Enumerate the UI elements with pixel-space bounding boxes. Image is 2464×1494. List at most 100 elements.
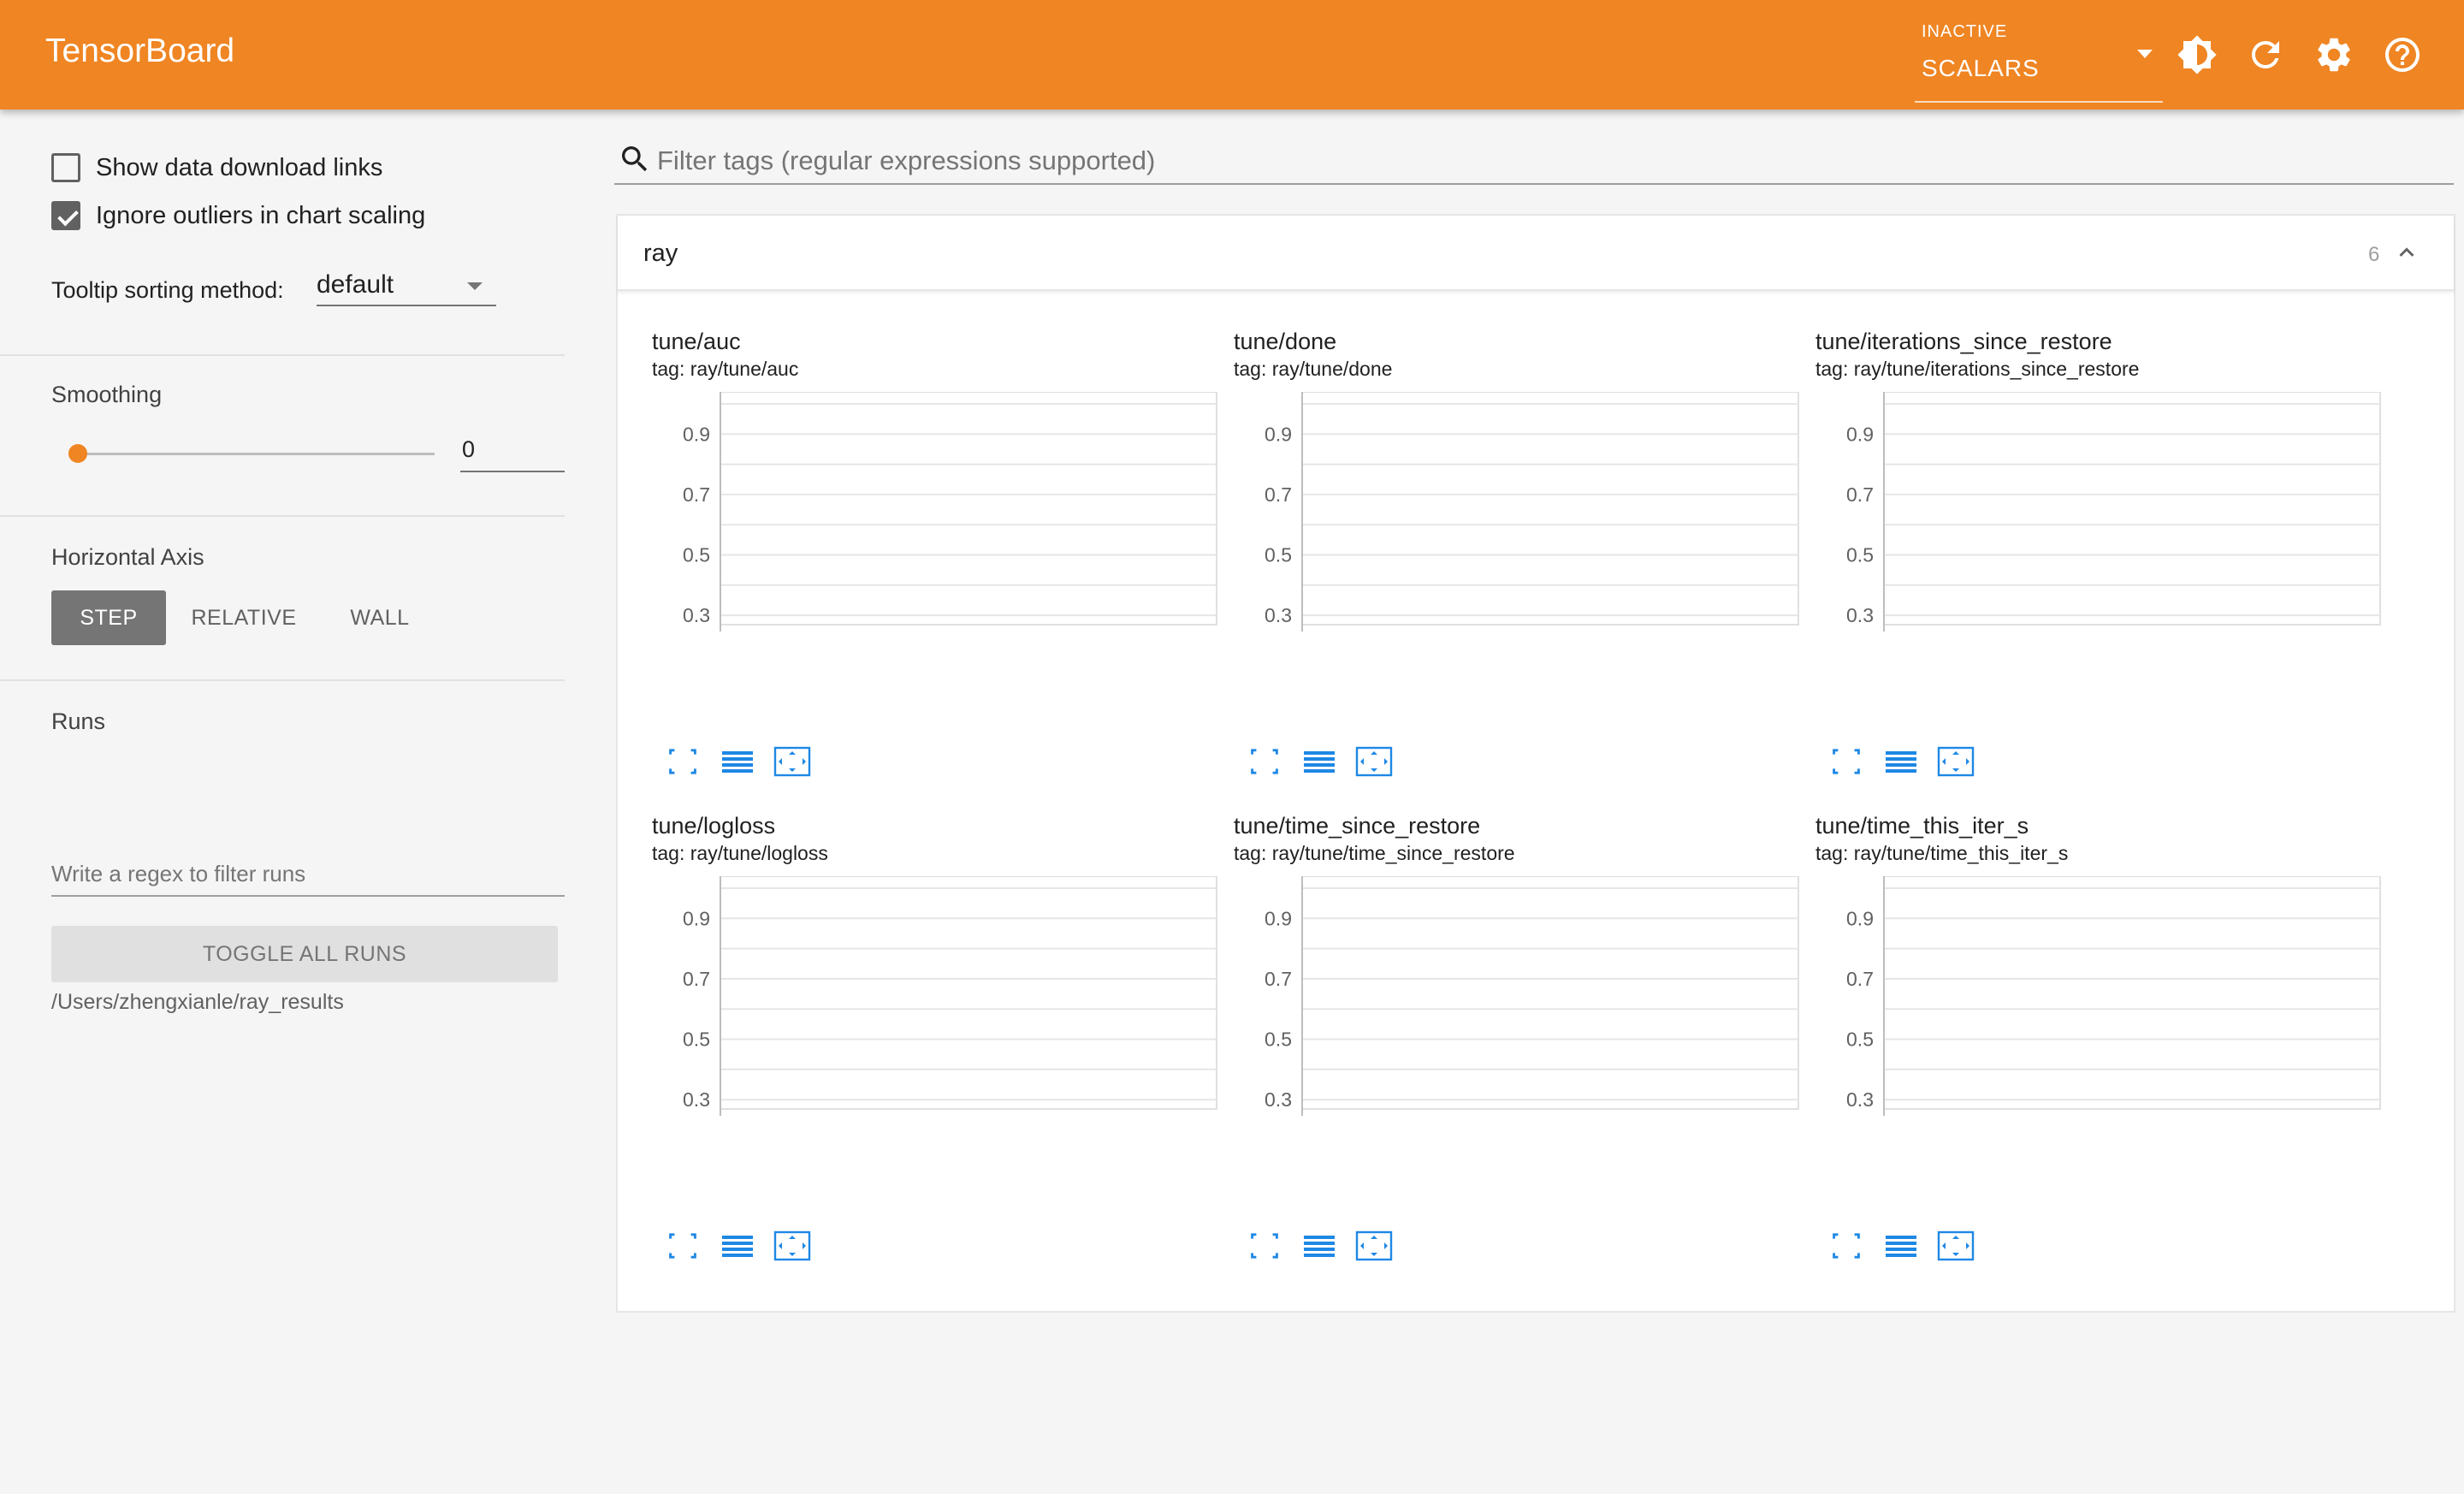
y-tick-label: 0.9 — [1265, 907, 1292, 929]
fullscreen-icon[interactable] — [1244, 743, 1285, 780]
chart-plot[interactable]: 0.90.70.50.30.1 — [652, 876, 1234, 1124]
runs-title: Runs — [51, 708, 106, 734]
horizontal-axis-title: Horizontal Axis — [51, 544, 204, 570]
y-tick-label: 0.7 — [1846, 968, 1874, 990]
tag-group-card: ray 6 tune/auc tag: ray/tune/auc 0.9 0.7 0.5… — [616, 214, 2455, 1313]
chart-card: tune/iterations_since_restore tag: ray/tu… — [1815, 329, 2397, 808]
fullscreen-icon[interactable] — [1826, 1227, 1867, 1265]
dashboard-mode-select[interactable]: INACTIVE SCALARS — [1915, 15, 2163, 103]
tooltip-sorting-select[interactable]: default — [317, 267, 496, 306]
smoothing-slider-thumb[interactable] — [68, 444, 87, 463]
y-tick-label: 0.7 — [1846, 483, 1874, 506]
fit-domain-icon[interactable] — [1935, 1227, 1976, 1265]
data-table-icon[interactable] — [1881, 743, 1922, 780]
data-table-icon[interactable] — [1299, 1227, 1340, 1265]
chart-card: tune/time_since_restore tag: ray/tune/tim… — [1234, 813, 1815, 1292]
chart-frame — [720, 876, 1217, 1110]
data-table-icon[interactable] — [717, 743, 758, 780]
chart-card: tune/time_this_iter_s tag: ray/tune/time_… — [1815, 813, 2397, 1292]
y-tick-label: 0.7 — [683, 483, 710, 506]
fit-domain-icon[interactable] — [1353, 743, 1395, 780]
tag-group-header[interactable]: ray 6 — [618, 216, 2454, 291]
smoothing-slider-track[interactable] — [77, 453, 435, 455]
y-tick-label: 0.9 — [1265, 423, 1292, 445]
y-tick-label: 0.3 — [1265, 604, 1292, 626]
chart-tag: tag: ray/tune/logloss — [652, 842, 828, 864]
app-title: TensorBoard — [45, 33, 235, 69]
ignore-outliers-row[interactable]: Ignore outliers in chart scaling — [51, 199, 425, 233]
show-download-links-checkbox[interactable] — [51, 153, 80, 182]
y-tick-label: 0.5 — [1265, 544, 1292, 566]
y-tick-label: 0.3 — [683, 1088, 710, 1111]
ignore-outliers-label: Ignore outliers in chart scaling — [96, 201, 426, 229]
data-table-icon[interactable] — [717, 1227, 758, 1265]
chart-tag: tag: ray/tune/time_since_restore — [1234, 842, 1515, 864]
axis-relative-button[interactable]: RELATIVE — [180, 590, 308, 645]
chart-frame — [1883, 876, 2381, 1110]
chart-frame — [1301, 876, 1799, 1110]
fit-domain-icon[interactable] — [1353, 1227, 1395, 1265]
chart-title: tune/done — [1234, 329, 1337, 354]
fit-domain-icon[interactable] — [772, 743, 813, 780]
y-tick-label: 0.5 — [1846, 544, 1874, 566]
runs-path: /Users/zhengxianle/ray_results — [51, 990, 344, 1014]
y-tick-label: 0.7 — [683, 968, 710, 990]
divider — [0, 515, 565, 517]
chart-tag: tag: ray/tune/done — [1234, 358, 1393, 380]
chart-tag: tag: ray/tune/iterations_since_restore — [1815, 358, 2140, 380]
data-table-icon[interactable] — [1881, 1227, 1922, 1265]
smoothing-title: Smoothing — [51, 382, 163, 407]
y-tick-label: 0.9 — [1846, 907, 1874, 929]
fit-domain-icon[interactable] — [1935, 743, 1976, 780]
axis-wall-button[interactable]: WALL — [323, 590, 436, 645]
axis-step-button[interactable]: STEP — [51, 590, 166, 645]
y-tick-label: 0.9 — [1846, 423, 1874, 445]
mode-caption: INACTIVE — [1922, 22, 2008, 41]
chart-tag: tag: ray/tune/time_this_iter_s — [1815, 842, 2069, 864]
divider — [0, 679, 565, 681]
toggle-all-runs-button[interactable]: TOGGLE ALL RUNS — [51, 926, 558, 982]
fullscreen-icon[interactable] — [662, 743, 703, 780]
fullscreen-icon[interactable] — [1826, 743, 1867, 780]
chart-plot[interactable]: 0.90.70.50.30.1 — [1234, 392, 1815, 640]
search-icon — [618, 142, 652, 176]
refresh-icon[interactable] — [2245, 34, 2286, 75]
y-tick-label: 0.9 — [683, 423, 710, 445]
y-tick-label: 0.5 — [1265, 1029, 1292, 1051]
y-tick-label: 0.7 — [1265, 968, 1292, 990]
settings-icon[interactable] — [2313, 34, 2354, 75]
chart-title: tune/time_since_restore — [1234, 813, 1481, 839]
fullscreen-icon[interactable] — [1244, 1227, 1285, 1265]
data-table-icon[interactable] — [1299, 743, 1340, 780]
y-tick-label: 0.3 — [1846, 604, 1874, 626]
chart-title: tune/auc — [652, 329, 741, 354]
tag-group-name: ray — [643, 240, 678, 267]
chart-plot[interactable]: 0.90.70.50.30.1 — [1815, 392, 2397, 640]
runs-filter-input[interactable]: Write a regex to filter runs — [51, 852, 565, 897]
tooltip-sorting-value: default — [317, 270, 394, 299]
chart-title: tune/iterations_since_restore — [1815, 329, 2112, 354]
divider — [0, 354, 565, 356]
tag-filter-input[interactable]: Filter tags (regular expressions support… — [614, 137, 2454, 185]
y-tick-label: 0.3 — [683, 604, 710, 626]
show-download-links-row[interactable]: Show data download links — [51, 151, 382, 185]
chart-tag: tag: ray/tune/auc — [652, 358, 799, 380]
chevron-up-icon[interactable] — [2392, 238, 2421, 267]
chevron-down-icon — [467, 282, 483, 290]
chart-plot[interactable]: 0.90.70.50.30.1 — [652, 392, 1234, 640]
y-tick-label: 0.5 — [683, 1029, 710, 1051]
top-bar: TensorBoard INACTIVE SCALARS — [0, 0, 2464, 110]
y-tick-label: 0.5 — [1846, 1029, 1874, 1051]
fit-domain-icon[interactable] — [772, 1227, 813, 1265]
runs-filter-placeholder: Write a regex to filter runs — [51, 861, 306, 886]
fullscreen-icon[interactable] — [662, 1227, 703, 1265]
help-icon[interactable] — [2382, 34, 2423, 75]
brightness-icon[interactable] — [2177, 34, 2218, 75]
chart-plot[interactable]: 0.90.70.50.30.1 — [1234, 876, 1815, 1124]
show-download-links-label: Show data download links — [96, 153, 383, 181]
ignore-outliers-checkbox[interactable] — [51, 201, 80, 230]
chevron-down-icon — [2137, 50, 2153, 58]
smoothing-input[interactable]: 0 — [460, 430, 565, 472]
y-tick-label: 0.3 — [1265, 1088, 1292, 1111]
chart-plot[interactable]: 0.90.70.50.30.1 — [1815, 876, 2397, 1124]
